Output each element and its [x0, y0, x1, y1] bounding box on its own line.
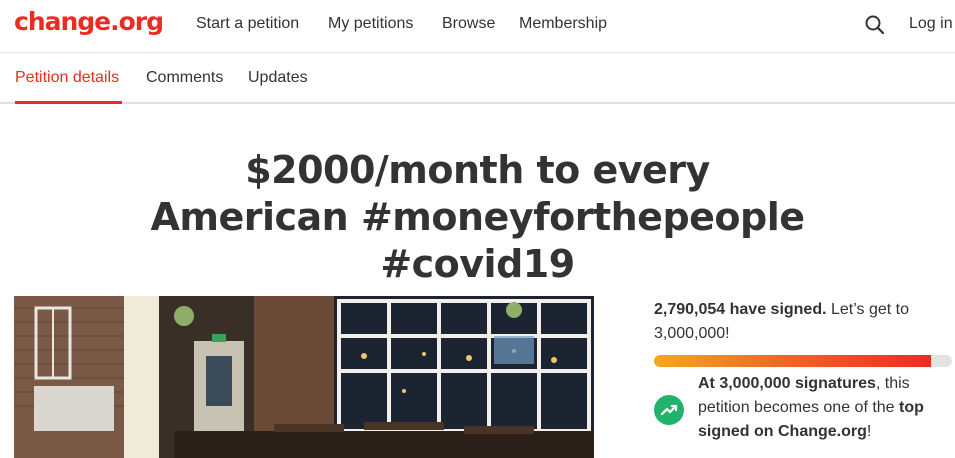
signature-progress-bar [654, 355, 952, 367]
tab-updates[interactable]: Updates [248, 69, 308, 87]
change-org-logo[interactable]: change.org [14, 7, 164, 36]
active-tab-indicator [15, 101, 122, 104]
signature-progress-fill [654, 355, 932, 367]
trending-up-icon [654, 395, 684, 425]
signature-count-text: 2,790,054 have signed. Let’s get to 3,00… [654, 298, 944, 346]
nav-membership[interactable]: Membership [519, 15, 607, 33]
nav-browse[interactable]: Browse [442, 15, 495, 33]
login-link[interactable]: Log in [909, 15, 953, 33]
petition-tabs: Petition details Comments Updates [0, 54, 955, 104]
petition-photo [14, 296, 594, 458]
petition-title: $2000/month to every American #moneyfort… [150, 148, 805, 286]
tab-petition-details[interactable]: Petition details [15, 69, 119, 87]
signed-count: 2,790,054 have signed. [654, 301, 827, 318]
milestone-end: ! [866, 423, 872, 440]
top-navigation: change.org Start a petition My petitions… [0, 0, 955, 53]
tab-comments[interactable]: Comments [146, 69, 223, 87]
search-icon[interactable] [864, 14, 886, 36]
milestone-message: At 3,000,000 signatures, this petition b… [698, 372, 948, 444]
milestone-goal: At 3,000,000 signatures [698, 375, 876, 392]
nav-my-petitions[interactable]: My petitions [328, 15, 413, 33]
nav-start-petition[interactable]: Start a petition [196, 15, 299, 33]
